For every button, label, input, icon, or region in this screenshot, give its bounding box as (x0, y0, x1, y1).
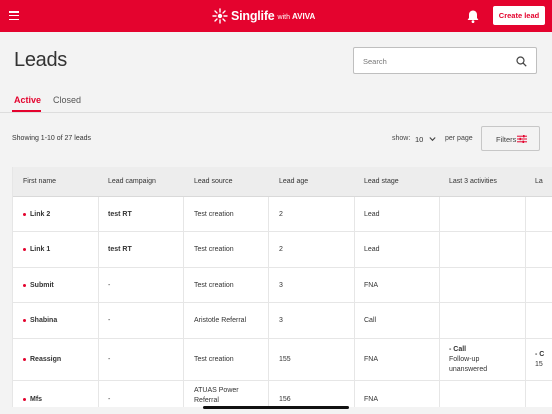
status-dot (23, 398, 26, 401)
lead-stage: FNA (364, 282, 378, 289)
brand-logo: Singlife with AVIVA (212, 7, 315, 25)
col-lead-campaign[interactable]: Lead campaign (108, 178, 156, 185)
lead-age: 155 (279, 356, 291, 363)
table-row[interactable]: Link 1 test RT Test creation 2 Lead (13, 232, 552, 268)
search-icon[interactable] (516, 56, 527, 67)
brand-partner: AVIVA (292, 12, 316, 21)
lead-age: 2 (279, 211, 283, 218)
col-lead-source[interactable]: Lead source (194, 178, 233, 185)
filters-button[interactable]: Filters (481, 126, 540, 151)
lead-name[interactable]: Link 1 (30, 246, 50, 253)
status-dot (23, 248, 26, 251)
lead-source: ATUAS Power (194, 387, 239, 394)
lead-source: Test creation (194, 211, 234, 218)
tabs-divider (0, 112, 552, 113)
status-dot (23, 213, 26, 216)
lead-source-cont: Referral (194, 397, 219, 404)
lead-stage: Lead (364, 246, 380, 253)
table-row[interactable]: Submit - Test creation 3 FNA (13, 268, 552, 303)
lead-stage: FNA (364, 396, 378, 403)
table-row[interactable]: Reassign - Test creation 155 FNA - Call … (13, 339, 552, 381)
leads-table: First name Lead campaign Lead source Lea… (12, 167, 552, 407)
filters-label: Filters (496, 135, 517, 144)
lead-name[interactable]: Reassign (30, 356, 61, 363)
page-size-value: 10 (415, 135, 424, 144)
tab-active[interactable]: Active (14, 95, 41, 105)
activity-detail: Follow-up (449, 356, 480, 363)
create-lead-button[interactable]: Create lead (493, 6, 545, 25)
lead-name[interactable]: Link 2 (30, 211, 50, 218)
hamburger-menu-icon[interactable] (9, 11, 19, 21)
lead-age: 2 (279, 246, 283, 253)
table-row[interactable]: Link 2 test RT Test creation 2 Lead (13, 197, 552, 232)
per-page-label: per page (445, 135, 473, 142)
tab-closed[interactable]: Closed (53, 95, 81, 105)
lead-source: Aristotle Referral (194, 317, 247, 324)
lead-stage: Call (364, 317, 377, 324)
brand-name: Singlife (231, 9, 275, 23)
lead-campaign: test RT (108, 211, 132, 218)
lead-stage: FNA (364, 356, 378, 363)
col-first-name[interactable]: First name (23, 178, 56, 185)
search-box (353, 47, 537, 74)
search-input[interactable] (363, 53, 513, 69)
lead-name[interactable]: Mfs (30, 396, 42, 403)
lead-age: 156 (279, 396, 291, 403)
lead-source: Test creation (194, 356, 234, 363)
top-bar: Singlife with AVIVA Create lead (0, 0, 552, 32)
lead-age: 3 (279, 282, 283, 289)
home-indicator (203, 406, 349, 409)
lead-campaign: - (108, 356, 111, 363)
col-lead-stage[interactable]: Lead stage (364, 178, 399, 185)
brand-with: with (277, 13, 290, 21)
lead-name[interactable]: Shabina (30, 317, 57, 324)
page-title: Leads (14, 49, 67, 71)
show-label: show: (392, 135, 411, 142)
lead-source: Test creation (194, 282, 234, 289)
status-dot (23, 284, 26, 287)
lead-name[interactable]: Submit (30, 282, 54, 289)
next-activity-detail: 15 (535, 361, 543, 368)
notification-bell-icon[interactable] (466, 9, 480, 24)
page-size-select[interactable]: 10 (414, 132, 438, 146)
status-dot (23, 319, 26, 322)
singlife-logo-icon (212, 8, 228, 24)
col-last-activities[interactable]: Last 3 activities (449, 178, 497, 185)
status-dot (23, 358, 26, 361)
lead-campaign: test RT (108, 246, 132, 253)
col-lead-age[interactable]: Lead age (279, 178, 308, 185)
lead-stage: Lead (364, 211, 380, 218)
lead-campaign: - (108, 282, 111, 289)
table-row[interactable]: Shabina - Aristotle Referral 3 Call (13, 303, 552, 339)
lead-campaign: - (108, 317, 111, 324)
activity-type: - Call (449, 346, 467, 353)
table-row[interactable]: Mfs - ATUAS Power Referral 156 FNA (13, 381, 552, 407)
next-activity: - C (535, 351, 545, 358)
col-next[interactable]: La (535, 178, 543, 185)
chevron-down-icon (429, 137, 436, 142)
activity-detail: unanswered (449, 366, 488, 373)
lead-source: Test creation (194, 246, 234, 253)
lead-campaign: - (108, 396, 111, 403)
table-header: First name Lead campaign Lead source Lea… (13, 167, 552, 197)
filter-sliders-icon (517, 135, 527, 143)
lead-age: 3 (279, 317, 283, 324)
results-count: Showing 1-10 of 27 leads (12, 135, 91, 142)
